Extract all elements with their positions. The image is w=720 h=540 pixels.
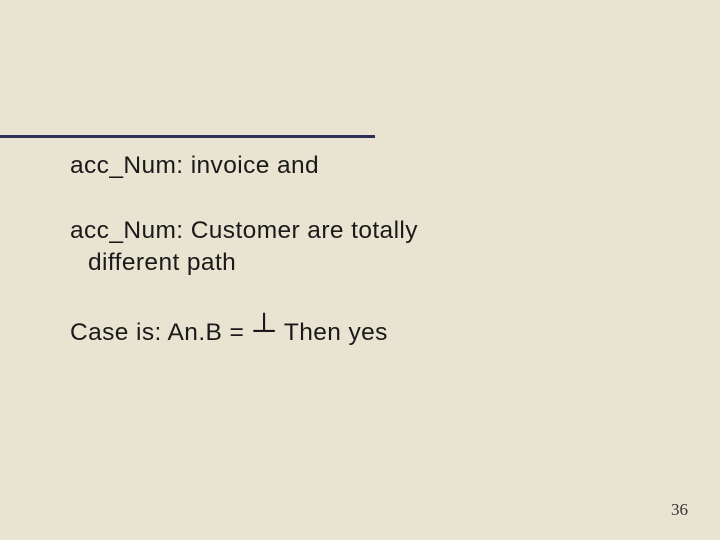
body-text-line-1: acc_Num: invoice and — [70, 152, 319, 179]
perpendicular-symbol-icon: ┴ — [251, 314, 277, 347]
body-text-line-2b: different path — [70, 247, 650, 278]
body-text-line-2a: acc_Num: Customer are totally — [70, 217, 418, 244]
body-text-line-3-prefix: Case is: An.B = — [70, 319, 251, 346]
body-text-line-3-suffix: Then yes — [277, 319, 388, 346]
body-paragraph-2: acc_Num: Customer are totally different … — [70, 215, 650, 278]
title-underline — [0, 135, 375, 138]
body-paragraph-3: Case is: An.B = ┴ Then yes — [70, 312, 650, 350]
slide-body: acc_Num: invoice and acc_Num: Customer a… — [70, 150, 650, 384]
body-paragraph-1: acc_Num: invoice and — [70, 150, 650, 181]
page-number: 36 — [671, 500, 688, 520]
